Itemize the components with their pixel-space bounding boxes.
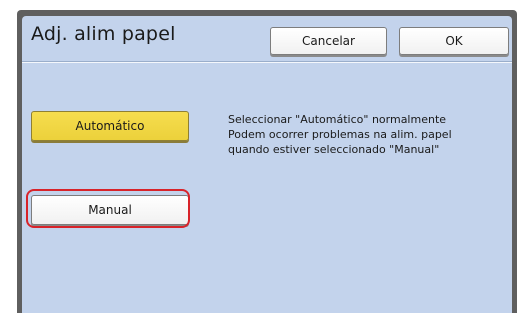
ok-button[interactable]: OK	[399, 27, 509, 55]
panel-header: Adj. alim papel Cancelar OK	[22, 16, 512, 60]
page-title: Adj. alim papel	[31, 23, 176, 45]
description-line-3: quando estiver seleccionado "Manual"	[228, 143, 440, 156]
description-line-1: Seleccionar "Automático" normalmente	[228, 113, 447, 126]
device-screen-frame: Adj. alim papel Cancelar OK Automático M…	[17, 10, 517, 313]
paper-feed-adjust-panel: Adj. alim papel Cancelar OK Automático M…	[22, 16, 512, 313]
description-line-2: Podem ocorrer problemas na alim. papel	[228, 128, 452, 141]
automatic-option-button[interactable]: Automático	[31, 111, 189, 141]
header-divider	[22, 61, 512, 63]
option-description: Seleccionar "Automático" normalmente Pod…	[228, 112, 488, 157]
cancel-button[interactable]: Cancelar	[270, 27, 387, 55]
manual-option-button[interactable]: Manual	[31, 195, 189, 225]
